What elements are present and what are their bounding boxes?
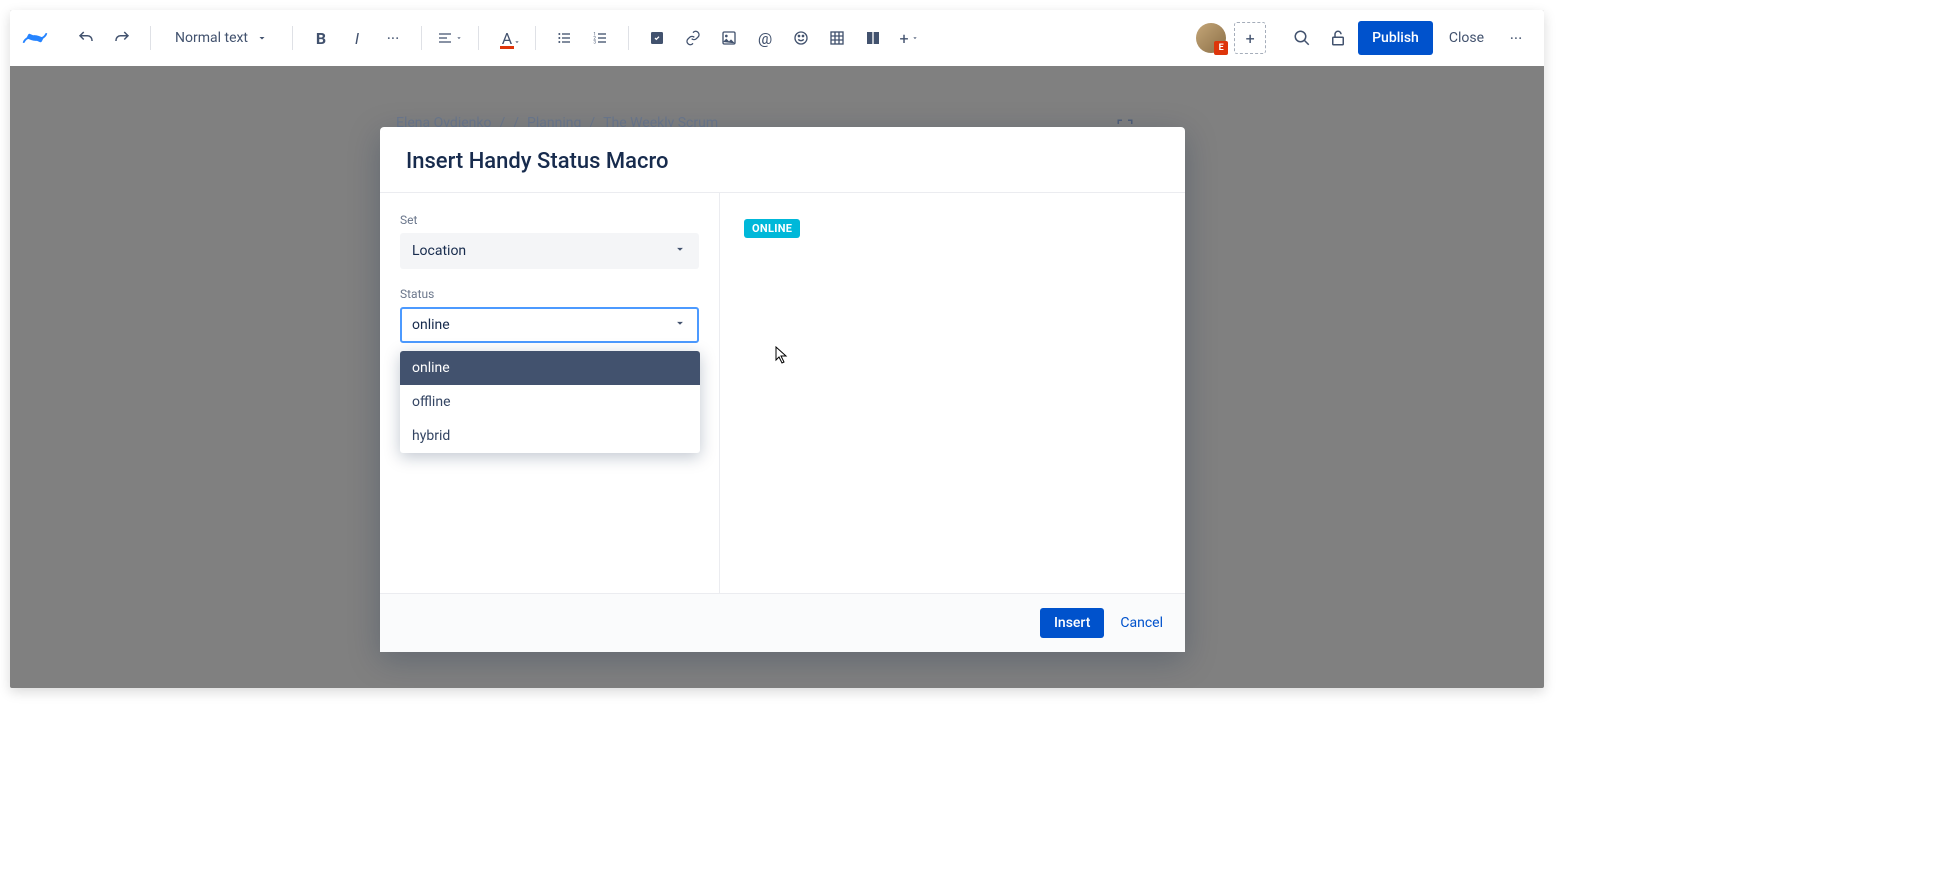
layout-button[interactable] [857, 22, 889, 54]
status-option-online[interactable]: online [400, 351, 700, 385]
table-button[interactable] [821, 22, 853, 54]
text-style-select[interactable]: Normal text [163, 30, 280, 46]
close-button[interactable]: Close [1437, 30, 1496, 46]
status-dropdown: online offline hybrid [400, 351, 700, 453]
svg-text:3: 3 [593, 39, 596, 45]
italic-button[interactable]: I [341, 22, 373, 54]
set-value: Location [412, 243, 466, 259]
status-value: online [412, 317, 450, 333]
more-actions-button[interactable]: ··· [1500, 22, 1532, 54]
numbered-list-button[interactable]: 123 [584, 22, 616, 54]
status-preview-badge: ONLINE [744, 219, 800, 238]
field-status: Status online online offline hybrid [400, 287, 699, 453]
separator [628, 26, 629, 50]
bold-button[interactable]: B [305, 22, 337, 54]
app-frame: Normal text B I ··· A 123 @ + + Publish … [10, 10, 1544, 688]
text-style-label: Normal text [175, 30, 248, 46]
publish-button[interactable]: Publish [1358, 21, 1433, 55]
set-select[interactable]: Location [400, 233, 699, 269]
status-option-hybrid[interactable]: hybrid [400, 419, 700, 453]
text-color-button[interactable]: A [491, 22, 523, 54]
status-select[interactable]: online [400, 307, 699, 343]
link-button[interactable] [677, 22, 709, 54]
mention-button[interactable]: @ [749, 22, 781, 54]
emoji-button[interactable] [785, 22, 817, 54]
separator [478, 26, 479, 50]
confluence-logo[interactable] [22, 25, 48, 51]
insert-button[interactable]: + [893, 22, 925, 54]
insert-button[interactable]: Insert [1040, 608, 1104, 638]
modal-footer: Insert Cancel [380, 593, 1185, 652]
redo-button[interactable] [106, 22, 138, 54]
undo-button[interactable] [70, 22, 102, 54]
modal-preview-panel: ONLINE [720, 193, 1185, 593]
user-avatar[interactable] [1196, 23, 1226, 53]
modal-title: Insert Handy Status Macro [406, 149, 1159, 174]
chevron-down-icon [673, 316, 687, 334]
insert-macro-modal: Insert Handy Status Macro Set Location S… [380, 127, 1185, 652]
editor-toolbar: Normal text B I ··· A 123 @ + + Publish … [10, 10, 1544, 66]
cancel-button[interactable]: Cancel [1120, 615, 1163, 631]
status-option-offline[interactable]: offline [400, 385, 700, 419]
separator [535, 26, 536, 50]
field-set: Set Location [400, 213, 699, 269]
modal-header: Insert Handy Status Macro [380, 127, 1185, 193]
modal-form-panel: Set Location Status online online offlin… [380, 193, 720, 593]
separator [150, 26, 151, 50]
modal-body: Set Location Status online online offlin… [380, 193, 1185, 593]
set-label: Set [400, 213, 699, 227]
more-formatting-button[interactable]: ··· [377, 22, 409, 54]
add-user-button[interactable]: + [1234, 22, 1266, 54]
image-button[interactable] [713, 22, 745, 54]
align-button[interactable] [434, 22, 466, 54]
separator [421, 26, 422, 50]
chevron-down-icon [673, 242, 687, 260]
task-button[interactable] [641, 22, 673, 54]
lock-button[interactable] [1322, 22, 1354, 54]
search-button[interactable] [1286, 22, 1318, 54]
bullet-list-button[interactable] [548, 22, 580, 54]
status-label: Status [400, 287, 699, 301]
separator [292, 26, 293, 50]
